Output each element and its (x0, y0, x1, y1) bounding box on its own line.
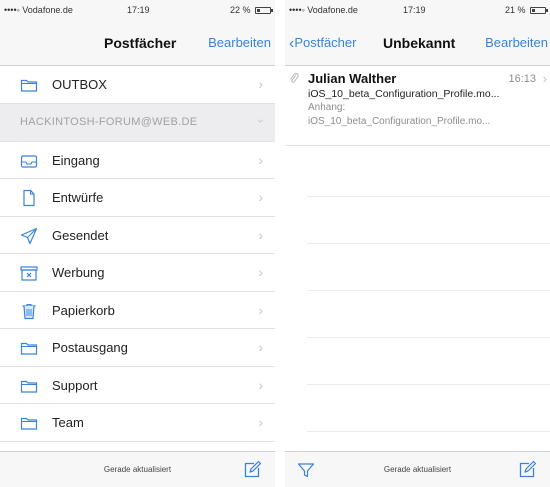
battery-icon (255, 7, 273, 14)
mailbox-postausgang[interactable]: Postausgang › (0, 329, 275, 367)
chevron-right-icon: › (258, 264, 263, 280)
mailbox-label: OUTBOX (52, 77, 107, 92)
divider (307, 337, 550, 338)
mailbox-list: OUTBOX › HACKINTOSH-FORUM@WEB.DE › Einga… (0, 66, 275, 442)
back-label: Postfächer (294, 35, 357, 50)
chevron-right-icon: › (258, 414, 263, 430)
page-title: Postfächer (104, 35, 177, 51)
mailbox-label: Team (52, 415, 84, 430)
carrier-label: ••••◦ Vodafone.de (4, 5, 73, 15)
mailboxes-screen: ••••◦ Vodafone.de 17:19 22 % Postfächer … (0, 0, 275, 487)
mailbox-label: Eingang (52, 152, 100, 168)
status-time: 17:19 (127, 5, 150, 15)
edit-button[interactable]: Bearbeiten (208, 35, 271, 50)
document-icon (23, 189, 35, 207)
chevron-right-icon: › (542, 71, 547, 86)
mailbox-label: Postausgang (52, 340, 128, 355)
mailbox-werbung[interactable]: Werbung › (0, 254, 275, 292)
battery-indicator: 22 % (229, 5, 273, 15)
back-button[interactable]: ‹Postfächer (289, 35, 356, 53)
mailbox-team[interactable]: Team › (0, 404, 275, 442)
battery-percent: 22 % (229, 5, 251, 15)
mailbox-papierkorb[interactable]: Papierkorb › (0, 291, 275, 329)
chevron-right-icon: › (258, 151, 263, 168)
nav-bar: Postfächer Bearbeiten (0, 20, 275, 66)
divider (307, 431, 550, 432)
folder-icon (20, 79, 38, 92)
battery-icon (530, 7, 548, 14)
bottom-toolbar: Gerade aktualisiert (285, 451, 550, 487)
status-bar: ••••◦ Vodafone.de 17:19 22 % (0, 0, 275, 20)
status-bar: ••••◦ Vodafone.de 17:19 21 % (285, 0, 550, 20)
mailbox-outbox[interactable]: OUTBOX › (0, 66, 275, 104)
paperclip-icon (290, 72, 299, 83)
page-title: Unbekannt (383, 35, 456, 51)
mailbox-label: Gesendet (52, 227, 109, 243)
nav-bar: ‹Postfächer Unbekannt Bearbeiten (285, 20, 550, 66)
chevron-right-icon: › (258, 226, 263, 243)
chevron-down-icon: › (254, 118, 268, 123)
mailbox-gesendet[interactable]: Gesendet › (0, 216, 275, 254)
message-preview: iOS_10_beta_Configuration_Profile.mo... (308, 116, 491, 127)
divider (307, 384, 550, 385)
chevron-right-icon: › (258, 376, 263, 393)
edit-button[interactable]: Bearbeiten (485, 35, 548, 50)
inbox-icon (20, 154, 38, 168)
mailbox-support[interactable]: Support › (0, 366, 275, 404)
battery-indicator: 21 % (504, 5, 548, 15)
mailbox-eingang[interactable]: Eingang › (0, 141, 275, 179)
folder-icon (20, 417, 38, 430)
message-sender: Julian Walther (308, 71, 397, 86)
divider (307, 290, 550, 291)
update-status: Gerade aktualisiert (103, 465, 172, 474)
chevron-right-icon: › (258, 76, 263, 92)
divider (307, 196, 550, 197)
message-time: 16:13 (508, 73, 536, 85)
message-subject: iOS_10_beta_Configuration_Profile.mo... (308, 88, 500, 100)
status-time: 17:19 (403, 5, 426, 15)
paperplane-icon (20, 227, 38, 244)
mailbox-entwuerfe[interactable]: Entwürfe › (0, 179, 275, 217)
chevron-right-icon: › (258, 301, 263, 318)
chevron-right-icon: › (258, 339, 263, 355)
account-label: HACKINTOSH-FORUM@WEB.DE (20, 115, 198, 128)
message-row[interactable]: Julian Walther 16:13 › iOS_10_beta_Confi… (285, 66, 550, 146)
message-preview-label: Anhang: (308, 102, 346, 113)
bottom-toolbar: Gerade aktualisiert (0, 451, 275, 487)
mailbox-label: Support (52, 377, 98, 393)
trash-icon (22, 303, 36, 319)
mailbox-label: Papierkorb (52, 302, 115, 318)
battery-percent: 21 % (504, 5, 526, 15)
compose-icon[interactable] (243, 461, 261, 479)
message-list-screen: ••••◦ Vodafone.de 17:19 21 % ‹Postfächer… (285, 0, 550, 487)
mailbox-label: Entwürfe (52, 190, 104, 205)
account-header[interactable]: HACKINTOSH-FORUM@WEB.DE › (0, 103, 275, 142)
compose-icon[interactable] (518, 461, 536, 479)
folder-icon (20, 342, 38, 355)
update-status: Gerade aktualisiert (383, 465, 452, 474)
junk-icon (20, 266, 38, 281)
chevron-right-icon: › (258, 189, 263, 205)
carrier-label: ••••◦ Vodafone.de (289, 5, 358, 15)
divider (307, 243, 550, 244)
mailbox-label: Werbung (52, 265, 105, 280)
folder-icon (20, 380, 38, 393)
